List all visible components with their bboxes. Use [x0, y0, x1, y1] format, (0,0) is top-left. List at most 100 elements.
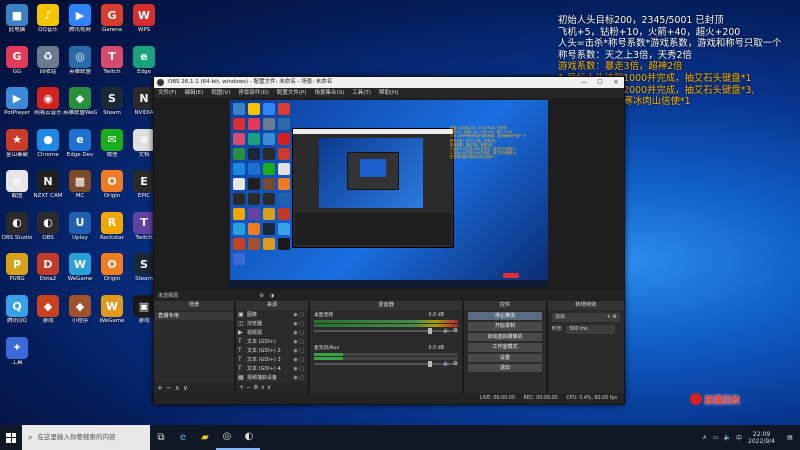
speaker-icon[interactable]: 🔈	[443, 360, 450, 367]
visibility-icon[interactable]: ◉ ▢	[293, 347, 304, 355]
source-item[interactable]: T 文本 (GDI+) 4 ◉ ▢	[236, 365, 308, 373]
edge-icon[interactable]: e	[172, 425, 194, 450]
desktop-icon[interactable]: ◆ 小程序	[63, 293, 97, 333]
menu-profile[interactable]: 配置文件(P)	[277, 88, 307, 98]
source-item[interactable]: T 文本 (GDI+) 3 ◉ ▢	[236, 356, 308, 364]
menu-help[interactable]: 帮助(H)	[379, 88, 398, 98]
taskbar-search-box[interactable]: ⌕ 在这里输入你要搜索的内容	[22, 425, 150, 450]
tray-arrow-icon[interactable]: ∧	[702, 434, 706, 441]
virtual-camera-button[interactable]: 启动虚拟摄像机	[468, 332, 542, 342]
obs-window[interactable]: OBS 26.1.1 (64-bit, windows) - 配置文件: 未命名…	[153, 76, 625, 405]
gear-icon[interactable]: ⚙	[260, 293, 264, 299]
visibility-icon[interactable]: ◉ ▢	[293, 374, 304, 382]
desktop-icon[interactable]: Q 腾讯QQ	[0, 293, 34, 333]
network-icon[interactable]: ▭	[713, 434, 719, 441]
desktop-icon[interactable]: R Rockstar	[95, 210, 129, 250]
desktop-icon[interactable]: ● Chrome	[31, 127, 65, 167]
scene-item[interactable]: 直播专用	[155, 312, 233, 320]
desktop-icon[interactable]: e Edge Dev	[63, 127, 97, 167]
menu-view[interactable]: 视图(V)	[211, 88, 230, 98]
obs-preview-area[interactable]: 初始人头目标200，2345/5001 已封顶 飞机+5，钻粉+10，火箭+40…	[154, 98, 624, 291]
menu-edit[interactable]: 编辑(E)	[184, 88, 203, 98]
desktop-icon[interactable]: ♪ QQ音乐	[31, 2, 65, 42]
desktop-icon[interactable]: ▶ 腾讯视频	[63, 2, 97, 42]
desktop-icon[interactable]: ★ 金山毒霸	[0, 127, 34, 167]
desktop-icon[interactable]: D Dota2	[31, 251, 65, 291]
source-item[interactable]: ▣ 图像 ◉ ▢	[236, 311, 308, 319]
desktop-icon[interactable]: W WPS	[127, 2, 161, 42]
menu-scene-collection[interactable]: 场景集合(S)	[314, 88, 344, 98]
desktop-icon[interactable]: S Steam	[95, 85, 129, 125]
desktop-icon[interactable]: N NZXT CAM	[31, 168, 65, 208]
notification-icon[interactable]: ▤	[783, 434, 797, 441]
desktop-icon[interactable]: U Uplay	[63, 210, 97, 250]
start-recording-button[interactable]: 开始录制	[468, 322, 542, 331]
desktop-icon[interactable]: ◐ OBS Studio	[0, 210, 34, 250]
move-down-icon[interactable]: ∨	[267, 384, 273, 391]
studio-mode-button[interactable]: 工作室模式	[468, 343, 542, 352]
desktop-icon[interactable]: ✦ 工具	[0, 335, 34, 375]
add-icon[interactable]: + ⚙	[607, 313, 617, 322]
ime-icon[interactable]: 中	[736, 433, 742, 442]
visibility-icon[interactable]: ◉ ▢	[293, 329, 304, 337]
desktop-icon[interactable]: ◐ OBS	[31, 210, 65, 250]
remove-icon[interactable]: −	[166, 384, 175, 392]
gear-icon[interactable]: ⚙	[453, 327, 458, 334]
settings-button[interactable]: 设置	[468, 353, 542, 362]
desktop-icon[interactable]: ▩ MC	[63, 168, 97, 208]
maximize-icon[interactable]: ☐	[592, 77, 608, 88]
desktop-icon[interactable]: ◎ 英雄联盟	[63, 44, 97, 84]
start-button[interactable]	[0, 425, 22, 450]
obs-icon[interactable]: ◐	[238, 425, 260, 450]
desktop-icon[interactable]: ◆ 游戏	[31, 293, 65, 333]
desktop-icon[interactable]: G Garena	[95, 2, 129, 42]
stop-streaming-button[interactable]: 停止推流	[468, 312, 542, 321]
desktop-icon[interactable]: O Origin	[95, 168, 129, 208]
obs-title-bar[interactable]: OBS 26.1.1 (64-bit, windows) - 配置文件: 未命名…	[154, 77, 624, 88]
filter-icon[interactable]: ◑	[270, 293, 274, 299]
source-item[interactable]: T 文本 (GDI+) ◉ ▢	[236, 338, 308, 346]
transition-select[interactable]: 淡出 + ⚙	[552, 313, 620, 322]
desktop-icon[interactable]: ▶ PotPlayer	[0, 85, 34, 125]
task-view-icon[interactable]: ⧉	[150, 425, 172, 450]
desktop-icon[interactable]: ✉ 微信	[95, 127, 129, 167]
visibility-icon[interactable]: ◉ ▢	[293, 320, 304, 328]
remove-icon[interactable]: −	[246, 384, 253, 391]
minimize-icon[interactable]: —	[576, 77, 592, 88]
source-item[interactable]: ◫ 浏览器 ◉ ▢	[236, 320, 308, 328]
desktop-icon[interactable]: P PUBG	[0, 251, 34, 291]
volume-slider[interactable]	[314, 328, 458, 334]
menu-tools[interactable]: 工具(T)	[352, 88, 371, 98]
visibility-icon[interactable]: ◉ ▢	[293, 338, 304, 346]
desktop-icon[interactable]: T Twitch	[95, 44, 129, 84]
desktop-icon[interactable]: ≡ 截图	[0, 168, 34, 208]
desktop-icon[interactable]: ◆英雄联盟WeGame	[63, 85, 97, 125]
close-icon[interactable]: ✕	[608, 77, 624, 88]
menu-docks[interactable]: 停靠部件(D)	[238, 88, 269, 98]
add-icon[interactable]: +	[157, 384, 166, 392]
source-item[interactable]: ▦ 视频捕获设备 ◉ ▢	[236, 374, 308, 382]
file-explorer-icon[interactable]: ▰	[194, 425, 216, 450]
visibility-icon[interactable]: ◉ ▢	[293, 365, 304, 373]
desktop-icon[interactable]: G GG	[0, 44, 34, 84]
desktop-icon[interactable]: ♻ 回收站	[31, 44, 65, 84]
steam-icon[interactable]: ◎	[216, 425, 238, 450]
source-item[interactable]: T 文本 (GDI+) 2 ◉ ▢	[236, 347, 308, 355]
desktop-icon[interactable]: O Origin	[95, 251, 129, 291]
desktop-icon[interactable]: ◉ 网易云音乐	[31, 85, 65, 125]
gear-icon[interactable]: ⚙	[453, 360, 458, 367]
source-item[interactable]: ▶ 视频源 ◉ ▢	[236, 329, 308, 337]
desktop-icon[interactable]: W WeGame	[63, 251, 97, 291]
add-icon[interactable]: +	[239, 384, 246, 391]
taskbar-clock[interactable]: 22:09 2022/9/4	[748, 431, 775, 445]
volume-slider[interactable]	[314, 361, 458, 367]
volume-icon[interactable]: 🔈	[724, 434, 731, 441]
desktop-icon[interactable]: W WeGame	[95, 293, 129, 333]
preview-canvas[interactable]: 初始人头目标200，2345/5001 已封顶 飞机+5，钻粉+10，火箭+40…	[230, 100, 548, 288]
duration-input[interactable]: 300 ms	[566, 325, 616, 334]
visibility-icon[interactable]: ◉ ▢	[293, 356, 304, 364]
move-down-icon[interactable]: ∨	[183, 384, 191, 392]
move-up-icon[interactable]: ∧	[175, 384, 183, 392]
speaker-icon[interactable]: 🔈	[443, 327, 450, 334]
desktop-icon[interactable]: ■ 此电脑	[0, 2, 34, 42]
